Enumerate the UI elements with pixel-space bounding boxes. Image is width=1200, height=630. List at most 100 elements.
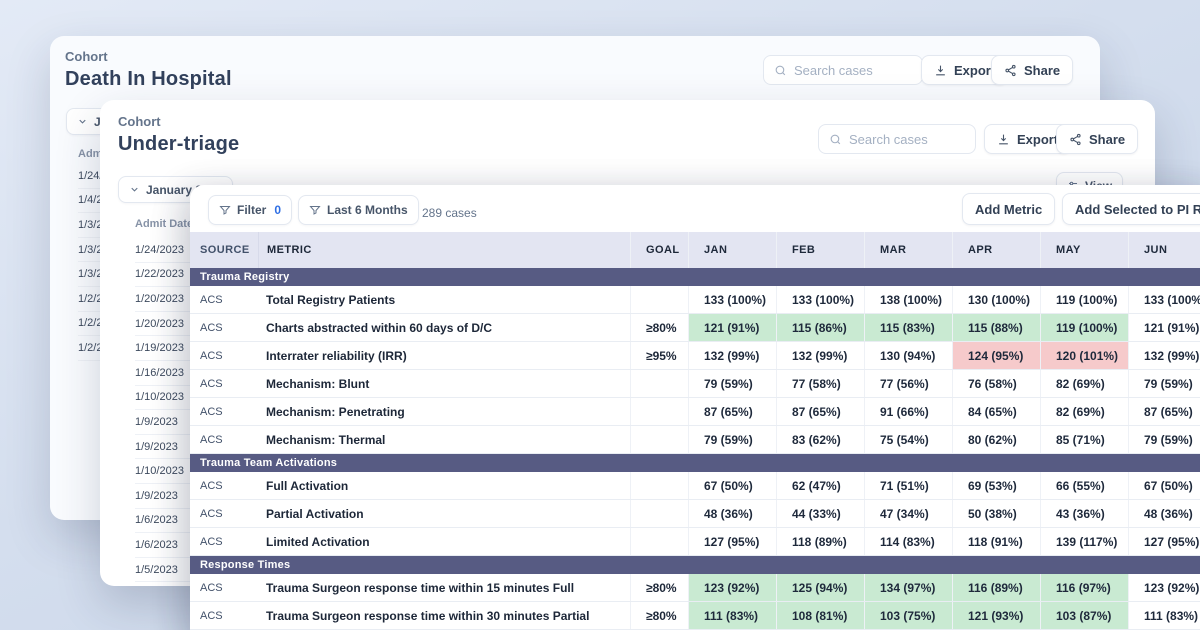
cell-value: 103 (75%) — [864, 602, 952, 629]
cell-value: 77 (56%) — [864, 370, 952, 397]
cell-value: 47 (34%) — [864, 500, 952, 527]
cell-value: 133 (100%) — [776, 286, 864, 313]
cell-goal — [630, 426, 688, 453]
cell-value: 121 (91%) — [1128, 314, 1200, 341]
cell-value: 82 (69%) — [1040, 370, 1128, 397]
cell-value: 118 (89%) — [776, 528, 864, 555]
cell-value: 127 (95%) — [1128, 528, 1200, 555]
table-row[interactable]: ACSPartial Activation48 (36%)44 (33%)47 … — [190, 500, 1200, 528]
cell-metric: Total Registry Patients — [258, 286, 630, 313]
column-header: SOURCE — [190, 232, 258, 268]
table-row[interactable]: ACSFull Activation67 (50%)62 (47%)71 (51… — [190, 472, 1200, 500]
cell-value: 66 (55%) — [1040, 472, 1128, 499]
cell-value: 85 (71%) — [1040, 426, 1128, 453]
cell-metric: Trauma Surgeon response time within 30 m… — [258, 602, 630, 629]
add-selected-label: Add Selected to PI Review — [1075, 202, 1200, 217]
cohort-label: Cohort — [65, 49, 232, 64]
cell-value: 108 (81%) — [776, 602, 864, 629]
column-header: JUN — [1128, 232, 1200, 268]
table-row[interactable]: ACSTrauma Surgeon response time within 1… — [190, 574, 1200, 602]
cell-value: 44 (33%) — [776, 500, 864, 527]
table-row[interactable]: ACSTotal Registry Patients133 (100%)133 … — [190, 286, 1200, 314]
cell-value: 115 (83%) — [864, 314, 952, 341]
cell-metric: Full Activation — [258, 472, 630, 499]
cell-source: ACS — [190, 426, 258, 453]
cell-value: 69 (53%) — [952, 472, 1040, 499]
table-row[interactable]: ACSTrauma Surgeon response time within 3… — [190, 602, 1200, 630]
table-row[interactable]: ACSMechanism: Thermal79 (59%)83 (62%)75 … — [190, 426, 1200, 454]
section-header-row: Response Times — [190, 556, 1200, 574]
cell-goal: ≥80% — [630, 574, 688, 601]
cell-value: 115 (88%) — [952, 314, 1040, 341]
search-input[interactable] — [794, 63, 904, 78]
cell-value: 67 (50%) — [1128, 472, 1200, 499]
cell-goal — [630, 286, 688, 313]
cell-value: 84 (65%) — [952, 398, 1040, 425]
filter-count-badge: 0 — [274, 203, 281, 217]
search-cases-box[interactable] — [818, 124, 976, 154]
cell-source: ACS — [190, 342, 258, 369]
cell-value: 123 (92%) — [688, 574, 776, 601]
share-button[interactable]: Share — [991, 55, 1073, 85]
section-title: Trauma Team Activations — [200, 457, 337, 469]
cell-metric: Interrater reliability (IRR) — [258, 342, 630, 369]
table-row[interactable]: ACSLimited Activation127 (95%)118 (89%)1… — [190, 528, 1200, 556]
column-header: JAN — [688, 232, 776, 268]
cell-source: ACS — [190, 398, 258, 425]
table-row[interactable]: ACSCharts abstracted within 60 days of D… — [190, 314, 1200, 342]
filter-icon — [309, 204, 321, 216]
cell-value: 79 (59%) — [688, 370, 776, 397]
add-selected-to-pi-review-button[interactable]: Add Selected to PI Review — [1062, 193, 1200, 225]
cell-value: 79 (59%) — [1128, 370, 1200, 397]
search-icon — [774, 64, 787, 77]
table-row[interactable]: ACSMechanism: Penetrating87 (65%)87 (65%… — [190, 398, 1200, 426]
cell-source: ACS — [190, 574, 258, 601]
filter-label: Filter — [237, 203, 266, 217]
share-label: Share — [1024, 63, 1060, 78]
add-metric-button[interactable]: Add Metric — [962, 193, 1055, 225]
cell-value: 75 (54%) — [864, 426, 952, 453]
table-row[interactable]: ACSInterrater reliability (IRR)≥95%132 (… — [190, 342, 1200, 370]
share-button[interactable]: Share — [1056, 124, 1138, 154]
cell-source: ACS — [190, 528, 258, 555]
cell-value: 79 (59%) — [688, 426, 776, 453]
cell-value: 127 (95%) — [688, 528, 776, 555]
cell-value: 76 (58%) — [952, 370, 1040, 397]
cell-value: 87 (65%) — [776, 398, 864, 425]
search-input[interactable] — [849, 132, 959, 147]
cell-source: ACS — [190, 472, 258, 499]
metrics-table-body: Trauma RegistryACSTotal Registry Patient… — [190, 268, 1200, 630]
cell-goal — [630, 528, 688, 555]
date-range-dropdown[interactable]: Last 6 Months — [298, 195, 419, 225]
section-title: Trauma Registry — [200, 271, 290, 283]
column-header: MAR — [864, 232, 952, 268]
download-icon — [934, 64, 947, 77]
cell-source: ACS — [190, 314, 258, 341]
column-header: APR — [952, 232, 1040, 268]
search-cases-box[interactable] — [763, 55, 923, 85]
cell-value: 62 (47%) — [776, 472, 864, 499]
cell-value: 124 (95%) — [952, 342, 1040, 369]
filter-button[interactable]: Filter 0 — [208, 195, 292, 225]
cell-source: ACS — [190, 370, 258, 397]
cases-count: 289 cases — [422, 206, 477, 220]
chevron-down-icon — [77, 116, 88, 127]
date-range-label: Last 6 Months — [327, 203, 408, 217]
cell-value: 132 (99%) — [1128, 342, 1200, 369]
cell-value: 118 (91%) — [952, 528, 1040, 555]
cell-value: 87 (65%) — [1128, 398, 1200, 425]
cell-goal: ≥80% — [630, 314, 688, 341]
cell-value: 139 (117%) — [1040, 528, 1128, 555]
cell-value: 115 (86%) — [776, 314, 864, 341]
table-row[interactable]: ACSMechanism: Blunt79 (59%)77 (58%)77 (5… — [190, 370, 1200, 398]
cell-value: 133 (100%) — [1128, 286, 1200, 313]
section-header-row: Trauma Registry — [190, 268, 1200, 286]
cell-value: 111 (83%) — [688, 602, 776, 629]
cell-value: 121 (93%) — [952, 602, 1040, 629]
metrics-panel: Filter 0 Last 6 Months 289 cases Add Met… — [190, 185, 1200, 630]
cell-value: 125 (94%) — [776, 574, 864, 601]
section-header-row: Trauma Team Activations — [190, 454, 1200, 472]
share-label: Share — [1089, 132, 1125, 147]
share-icon — [1004, 64, 1017, 77]
cell-value: 119 (100%) — [1040, 286, 1128, 313]
